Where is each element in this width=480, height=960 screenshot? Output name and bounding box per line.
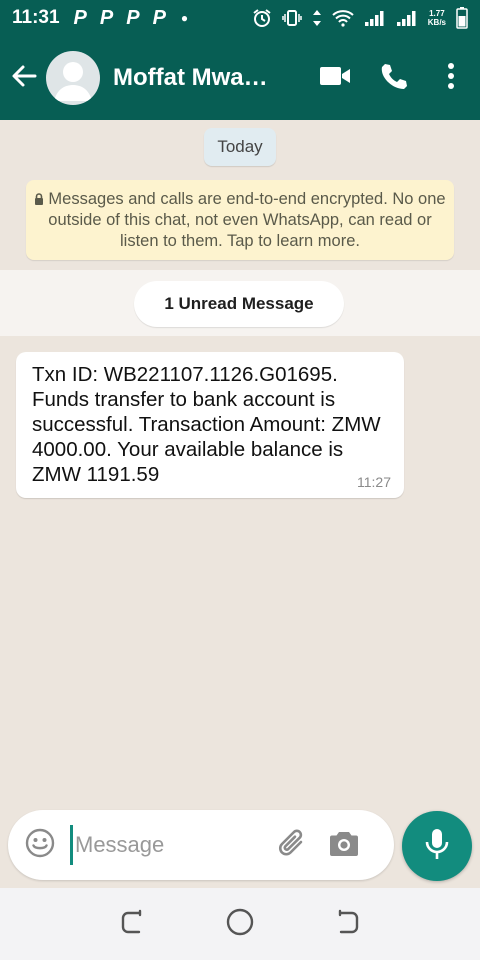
- wifi-icon: [332, 9, 354, 27]
- message-text: Txn ID: WB221107.1126.G01695. Funds tran…: [32, 363, 381, 486]
- alarm-icon: [252, 8, 272, 28]
- notification-icon: P: [73, 6, 87, 29]
- battery-icon: [456, 7, 468, 29]
- video-call-button[interactable]: [306, 48, 364, 108]
- net-speed-indicator: 1.77 KB/s: [428, 9, 446, 27]
- back-arrow-icon: [10, 62, 38, 95]
- net-speed-unit: KB/s: [427, 18, 446, 27]
- camera-icon: [329, 829, 359, 862]
- message-input[interactable]: [70, 825, 260, 865]
- lock-icon: [34, 190, 44, 205]
- signal-2-icon: [396, 9, 418, 27]
- vibrate-icon: [282, 8, 302, 28]
- notification-icon: P: [99, 6, 114, 29]
- attach-icon: [275, 826, 309, 865]
- signal-1-icon: [364, 9, 386, 27]
- avatar[interactable]: [46, 51, 100, 105]
- avatar-placeholder-icon: [46, 62, 100, 105]
- message-bubble[interactable]: Txn ID: WB221107.1126.G01695. Funds tran…: [16, 352, 404, 498]
- back-icon: [333, 908, 361, 941]
- attach-button[interactable]: [266, 815, 318, 875]
- recents-icon: [119, 908, 147, 941]
- notification-icon: P: [152, 6, 166, 29]
- net-speed-value: 1.77: [429, 9, 445, 18]
- data-arrows-icon: [312, 9, 322, 27]
- emoji-icon: [24, 827, 56, 864]
- encryption-notice[interactable]: Messages and calls are end-to-end encryp…: [26, 180, 454, 260]
- system-navigation-bar: [0, 888, 480, 960]
- recents-button[interactable]: [103, 894, 163, 954]
- contact-name[interactable]: Moffat Mwa…: [113, 64, 287, 92]
- camera-button[interactable]: [318, 815, 370, 875]
- message-time: 11:27: [357, 474, 391, 490]
- status-bar: 11:31 P P P P ● 1.77 KB/s: [0, 0, 480, 36]
- voice-call-button[interactable]: [364, 48, 422, 108]
- video-call-icon: [319, 65, 351, 92]
- chat-area[interactable]: Today Messages and calls are end-to-end …: [0, 120, 480, 810]
- voice-record-button[interactable]: [402, 811, 472, 881]
- notification-icon: P: [126, 6, 140, 29]
- unread-messages-chip: 1 Unread Message: [134, 281, 344, 327]
- date-chip: Today: [204, 128, 276, 166]
- voice-call-icon: [379, 62, 407, 95]
- message-composer: [8, 810, 394, 880]
- more-notifications-dot-icon: ●: [180, 11, 189, 25]
- back-button[interactable]: [4, 48, 44, 108]
- encryption-notice-text: Messages and calls are end-to-end encryp…: [48, 190, 446, 250]
- home-button[interactable]: [210, 894, 270, 954]
- system-back-button[interactable]: [317, 894, 377, 954]
- more-options-icon: [447, 62, 455, 94]
- emoji-button[interactable]: [10, 815, 70, 875]
- home-icon: [225, 907, 255, 942]
- chat-header: Moffat Mwa…: [0, 36, 480, 120]
- status-time: 11:31: [12, 7, 60, 28]
- mic-icon: [424, 827, 450, 866]
- more-options-button[interactable]: [422, 48, 480, 108]
